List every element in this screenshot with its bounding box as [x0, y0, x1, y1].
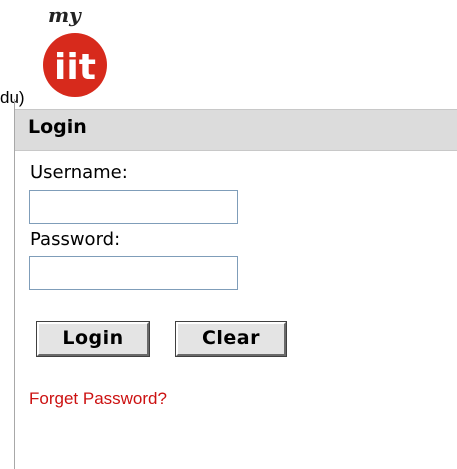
username-label: Username: — [30, 162, 128, 183]
login-button[interactable]: Login — [36, 321, 150, 357]
logo-my-text: my — [48, 3, 82, 27]
password-label: Password: — [30, 229, 121, 250]
username-input[interactable] — [29, 190, 238, 224]
logo-iit-text: iit — [54, 47, 96, 88]
clear-button[interactable]: Clear — [175, 321, 287, 357]
login-panel: Login Username: Password: Login Clear Fo… — [14, 99, 457, 469]
forgot-password-link[interactable]: Forget Password? — [29, 389, 167, 409]
myiit-logo: my iit — [30, 0, 120, 110]
password-input[interactable] — [29, 256, 238, 290]
login-panel-title: Login — [28, 116, 87, 138]
